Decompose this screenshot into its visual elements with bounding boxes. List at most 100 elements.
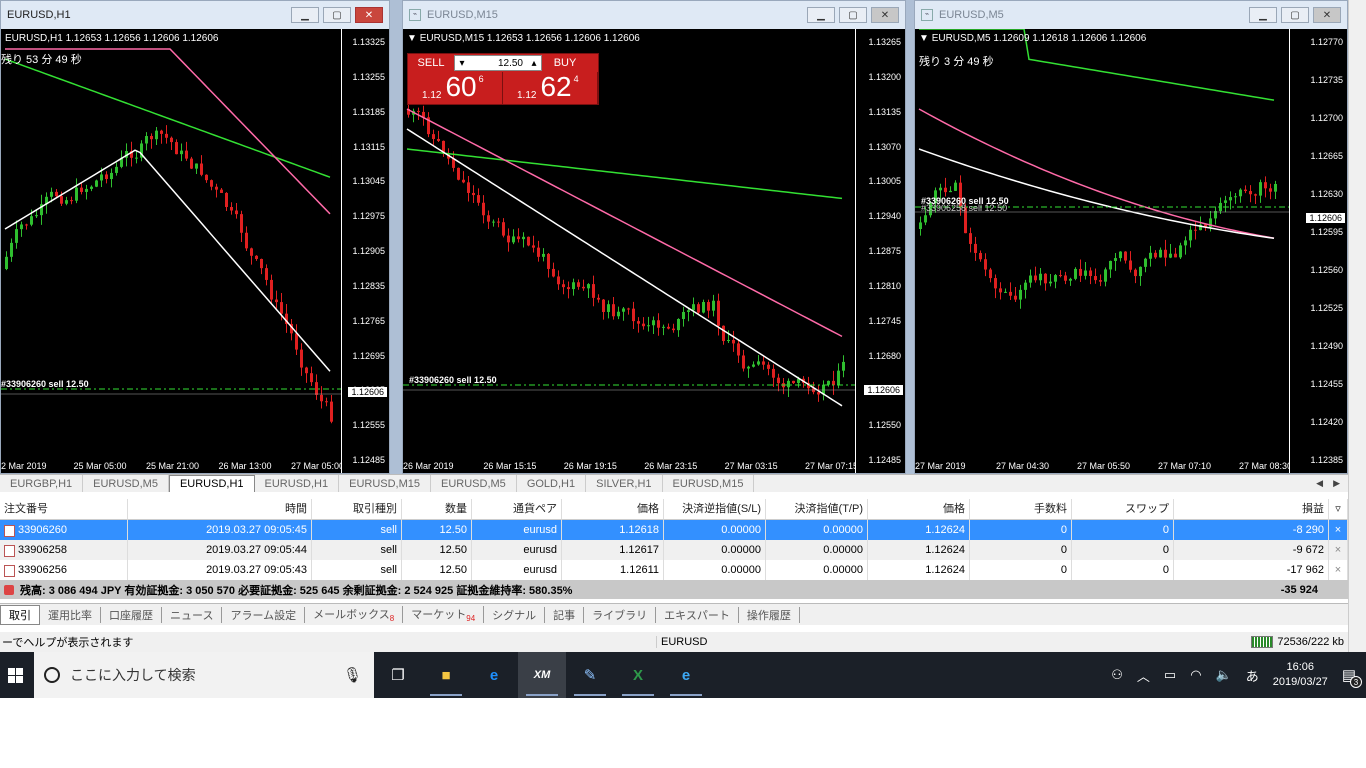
chart-window-h1[interactable]: EURUSD,H1 ▁ ▢ ✕ EURUSD,H1 1.12653 1.1265… xyxy=(0,0,390,474)
close-order-icon[interactable]: × xyxy=(1329,520,1348,540)
terminal-tab[interactable]: 取引 xyxy=(0,604,40,625)
column-header[interactable]: 注文番号 xyxy=(0,499,128,520)
window-titlebar[interactable]: EURUSD,H1 ▁ ▢ ✕ xyxy=(1,1,389,29)
candle-body xyxy=(612,304,615,317)
table-cell: 12.50 xyxy=(402,540,472,560)
column-header[interactable]: 時間 xyxy=(128,499,312,520)
window-titlebar[interactable]: ⌁ EURUSD,M5 ▁ ▢ ✕ xyxy=(915,1,1347,29)
candle-body xyxy=(432,134,435,139)
notification-icon[interactable]: ▤ 3 xyxy=(1342,666,1362,688)
terminal-tab[interactable]: エキスパート xyxy=(656,606,739,623)
terminal-tab[interactable]: マーケット94 xyxy=(403,605,485,624)
volume-input[interactable]: 12.50 xyxy=(469,58,527,69)
chart-tab[interactable]: EURUSD,H1 xyxy=(168,475,255,492)
sort-icon[interactable]: ▿ xyxy=(1329,499,1348,520)
taskbar-search[interactable]: ここに入力して検索 🎙 xyxy=(34,652,374,698)
price-tick-label: 1.12420 xyxy=(1310,417,1343,427)
table-cell: 33906258 xyxy=(0,540,128,560)
table-row[interactable]: 33906258 2019.03.27 09:05:44 sell 12.50 euru… xyxy=(0,540,1348,560)
edge-icon[interactable]: e xyxy=(470,652,518,698)
excel-icon[interactable]: X xyxy=(614,652,662,698)
candle-body xyxy=(300,349,303,368)
paint-icon[interactable]: ✎ xyxy=(566,652,614,698)
chart-tab[interactable]: EURUSD,H1 xyxy=(255,475,340,492)
chart-tab[interactable]: EURUSD,M5 xyxy=(431,475,517,492)
terminal-tab[interactable]: ニュース xyxy=(162,606,223,623)
terminal-tab[interactable]: シグナル xyxy=(484,606,546,623)
volume-stepper[interactable]: ▾ 12.50 ▴ xyxy=(454,55,542,71)
column-header[interactable]: 通貨ペア xyxy=(472,499,562,520)
terminal-tab[interactable]: ライブラリ xyxy=(584,606,657,623)
minimize-icon[interactable]: ▁ xyxy=(807,7,835,23)
terminal-tab[interactable]: 記事 xyxy=(545,606,585,623)
column-header[interactable]: 手数料 xyxy=(970,499,1072,520)
task-view-icon[interactable]: ❐ xyxy=(374,652,422,698)
volume-up-icon[interactable]: ▴ xyxy=(527,58,541,69)
ime-indicator[interactable]: あ xyxy=(1246,666,1259,685)
close-order-icon[interactable]: × xyxy=(1329,540,1348,560)
chart-tab[interactable]: EURGBP,H1 xyxy=(0,475,84,492)
chart-tab[interactable]: EURUSD,M15 xyxy=(339,475,432,492)
column-header[interactable]: 数量 xyxy=(402,499,472,520)
volume-dropdown-icon[interactable]: ▾ xyxy=(455,58,469,69)
start-button[interactable] xyxy=(0,652,30,698)
window-titlebar[interactable]: ⌁ EURUSD,M15 ▁ ▢ ✕ xyxy=(403,1,905,29)
file-explorer-icon[interactable]: ■ xyxy=(422,652,470,698)
terminal-tab[interactable]: 運用比率 xyxy=(40,606,101,623)
column-header[interactable]: スワップ xyxy=(1072,499,1174,520)
microphone-icon[interactable]: 🎙 xyxy=(343,666,362,684)
candle-body xyxy=(527,236,530,246)
buy-quote[interactable]: 1.12 62 4 xyxy=(503,72,598,104)
tab-scroll-right-icon[interactable]: ▶ xyxy=(1333,478,1340,489)
terminal-tab[interactable]: メールボックス8 xyxy=(305,605,404,624)
chart-window-m5[interactable]: ⌁ EURUSD,M5 ▁ ▢ ✕ ▼ EURUSD,M5 1.12609 1.… xyxy=(914,0,1348,474)
close-order-icon[interactable]: × xyxy=(1329,560,1348,580)
column-header[interactable]: 損益 xyxy=(1174,499,1329,520)
column-header[interactable]: 価格 xyxy=(868,499,970,520)
clock[interactable]: 16:06 2019/03/27 xyxy=(1273,660,1328,690)
candle-body xyxy=(85,188,88,192)
column-header[interactable]: 決済指値(T/P) xyxy=(766,499,868,520)
maximize-icon[interactable]: ▢ xyxy=(323,7,351,23)
sell-button[interactable]: SELL xyxy=(408,57,454,69)
terminal-tab[interactable]: 口座履歴 xyxy=(101,606,162,623)
close-icon[interactable]: ✕ xyxy=(1313,7,1341,23)
terminal-tab-label: 運用比率 xyxy=(48,609,92,622)
maximize-icon[interactable]: ▢ xyxy=(839,7,867,23)
price-chart[interactable]: ▼ EURUSD,M5 1.12609 1.12618 1.12606 1.12… xyxy=(915,29,1289,473)
internet-explorer-icon[interactable]: e xyxy=(662,652,710,698)
sell-quote[interactable]: 1.12 60 6 xyxy=(408,72,503,104)
chart-window-m15[interactable]: ⌁ EURUSD,M15 ▁ ▢ ✕ ▼ EURUSD,M15 1.12653 … xyxy=(402,0,906,474)
minimize-icon[interactable]: ▁ xyxy=(291,7,319,23)
table-row[interactable]: 33906260 2019.03.27 09:05:45 sell 12.50 euru… xyxy=(0,520,1348,540)
chart-tab[interactable]: SILVER,H1 xyxy=(586,475,663,492)
price-tick-label: 1.12810 xyxy=(868,280,901,291)
close-icon[interactable]: ✕ xyxy=(871,7,899,23)
close-icon[interactable]: ✕ xyxy=(355,7,383,23)
chart-tab[interactable]: GOLD,H1 xyxy=(517,475,587,492)
terminal-tab[interactable]: 操作履歴 xyxy=(739,606,800,623)
column-header[interactable]: 取引種別 xyxy=(312,499,402,520)
candle-body xyxy=(497,221,500,223)
wifi-icon[interactable]: ◠ xyxy=(1190,667,1201,683)
buy-button[interactable]: BUY xyxy=(542,57,588,69)
table-row[interactable]: 33906256 2019.03.27 09:05:43 sell 12.50 euru… xyxy=(0,560,1348,580)
column-header[interactable]: 価格 xyxy=(562,499,664,520)
chart-tab[interactable]: EURUSD,M15 xyxy=(663,475,755,492)
people-icon[interactable]: ⚇ xyxy=(1111,667,1123,683)
tab-scroll-left-icon[interactable]: ◀ xyxy=(1316,478,1323,489)
maximize-icon[interactable]: ▢ xyxy=(1281,7,1309,23)
xm-app-icon[interactable]: XM xyxy=(518,652,566,698)
candle-body xyxy=(270,279,273,300)
volume-icon[interactable]: 🔈 xyxy=(1216,667,1232,683)
chevron-up-icon[interactable]: ︿ xyxy=(1137,666,1150,685)
chart-tab[interactable]: EURUSD,M5 xyxy=(83,475,169,492)
price-tick-label: 1.12770 xyxy=(1310,37,1343,47)
price-chart[interactable]: EURUSD,H1 1.12653 1.12656 1.12606 1.1260… xyxy=(1,29,341,473)
column-header[interactable]: 決済逆指値(S/L) xyxy=(664,499,766,520)
battery-icon[interactable]: ▭ xyxy=(1164,667,1176,683)
vertical-scrollbar[interactable] xyxy=(1348,0,1366,652)
minimize-icon[interactable]: ▁ xyxy=(1249,7,1277,23)
terminal-tab[interactable]: アラーム設定 xyxy=(222,606,306,623)
price-chart[interactable]: ▼ EURUSD,M15 1.12653 1.12656 1.12606 1.1… xyxy=(403,29,855,473)
